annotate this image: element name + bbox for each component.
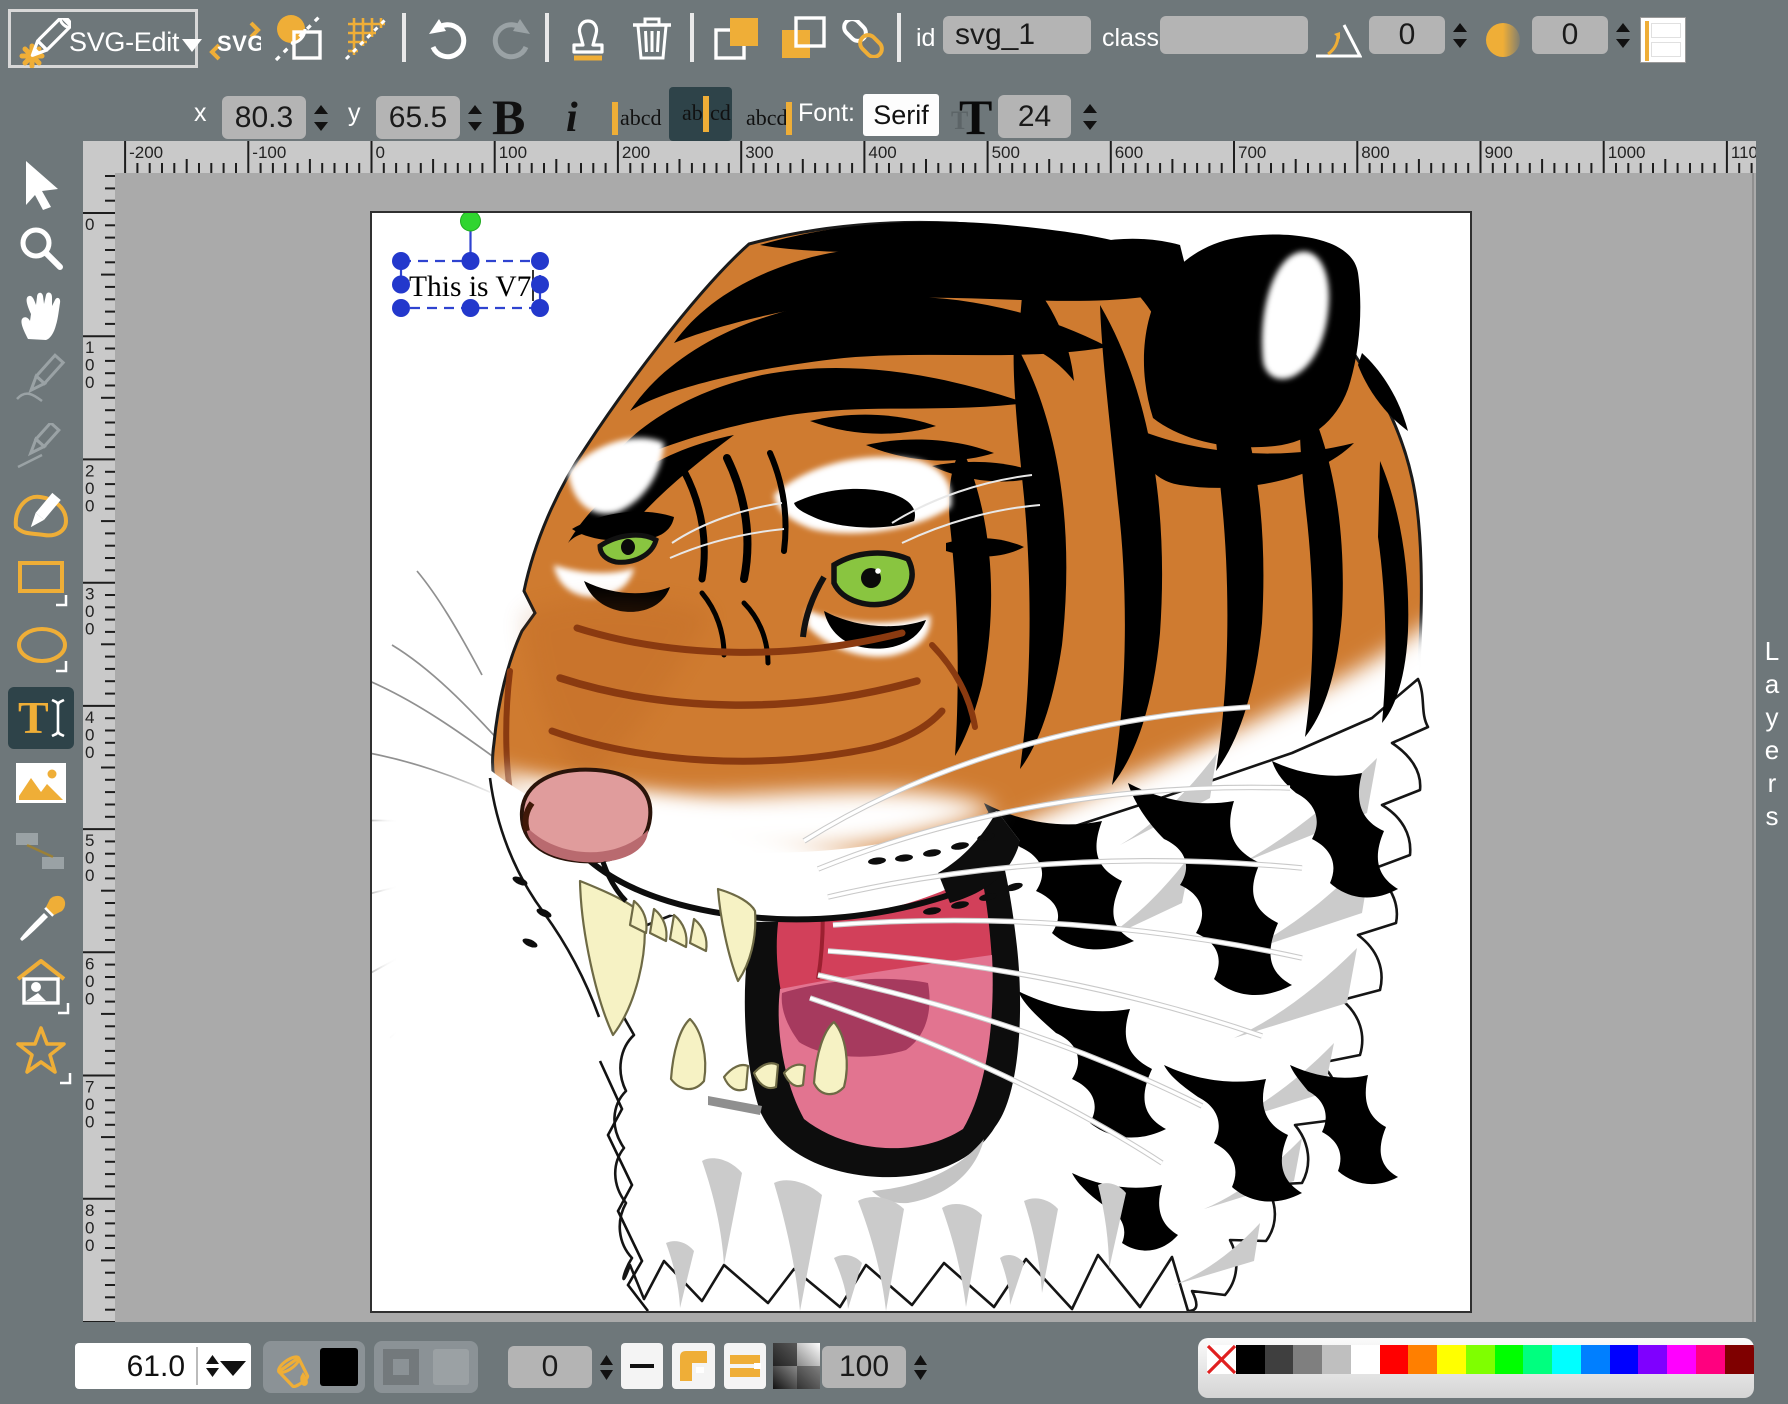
- svg-text:-100: -100: [252, 143, 286, 162]
- svg-text:0: 0: [85, 496, 94, 515]
- svg-text:0: 0: [85, 1218, 94, 1237]
- svg-text:0: 0: [85, 373, 94, 392]
- svg-text:1: 1: [85, 338, 94, 357]
- svg-text:0: 0: [85, 356, 94, 375]
- svg-text:500: 500: [992, 143, 1020, 162]
- svg-text:800: 800: [1361, 143, 1389, 162]
- svg-text:0: 0: [85, 602, 94, 621]
- svg-text:600: 600: [1115, 143, 1143, 162]
- svg-text:0: 0: [85, 972, 94, 991]
- svg-text:1000: 1000: [1608, 143, 1646, 162]
- svg-text:700: 700: [1238, 143, 1266, 162]
- svg-text:0: 0: [85, 989, 94, 1008]
- svg-text:This is V7: This is V7: [409, 271, 531, 303]
- svg-text:1100: 1100: [1731, 143, 1756, 162]
- svg-text:0: 0: [85, 1113, 94, 1132]
- svg-text:6: 6: [85, 954, 94, 973]
- svg-text:900: 900: [1485, 143, 1513, 162]
- svg-text:0: 0: [85, 1236, 94, 1255]
- svg-text:4: 4: [85, 708, 94, 727]
- svg-text:0: 0: [85, 215, 94, 234]
- svg-text:0: 0: [85, 866, 94, 885]
- svg-text:3: 3: [85, 585, 94, 604]
- svg-text:400: 400: [868, 143, 896, 162]
- svg-text:200: 200: [622, 143, 650, 162]
- svg-text:SVG: SVG: [217, 31, 261, 56]
- svg-text:0: 0: [85, 1095, 94, 1114]
- svg-text:-200: -200: [129, 143, 163, 162]
- svg-text:0: 0: [85, 479, 94, 498]
- svg-text:300: 300: [745, 143, 773, 162]
- svg-text:5: 5: [85, 831, 94, 850]
- svg-text:0: 0: [376, 143, 385, 162]
- svg-text:0: 0: [85, 849, 94, 868]
- svg-text:0: 0: [85, 743, 94, 762]
- svg-text:0: 0: [85, 620, 94, 639]
- svg-text:7: 7: [85, 1078, 94, 1097]
- svg-text:8: 8: [85, 1201, 94, 1220]
- svg-text:2: 2: [85, 461, 94, 480]
- svg-text:0: 0: [85, 725, 94, 744]
